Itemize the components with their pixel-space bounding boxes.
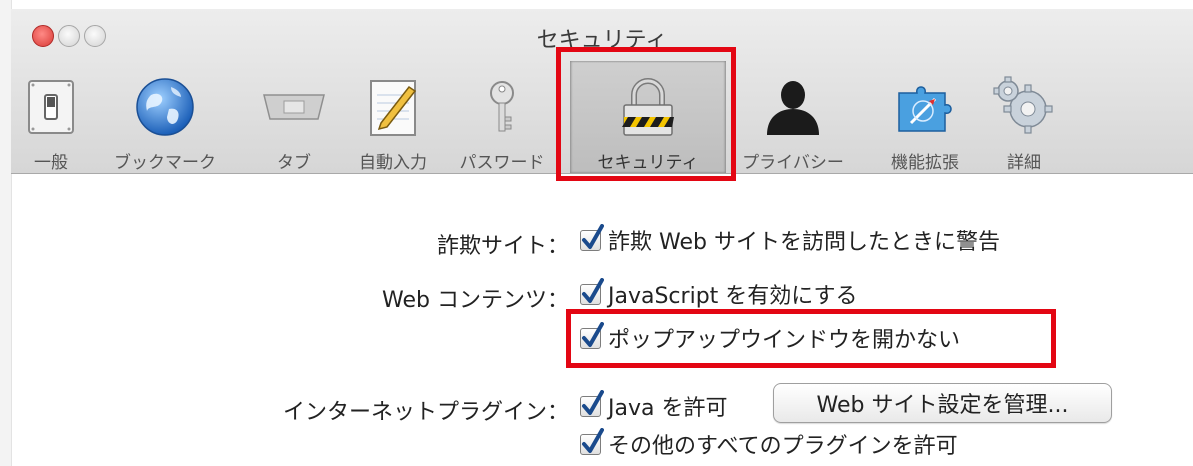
allow-java-label: Java を許可: [608, 396, 728, 421]
security-tab-highlight: [556, 47, 736, 181]
javascript-label: JavaScript を有効にする: [608, 284, 858, 309]
pencil-notepad-icon: [359, 73, 427, 141]
block-popups-option[interactable]: ポップアップウインドウを開かない: [580, 321, 961, 353]
tab-general[interactable]: 一般: [14, 61, 88, 173]
tab-bookmarks-label: ブックマーク: [114, 153, 216, 173]
allow-other-plugins-label: その他のすべてのプラグインを許可: [608, 434, 958, 459]
allow-other-plugins-option[interactable]: その他のすべてのプラグインを許可: [580, 427, 958, 459]
tab-advanced[interactable]: 詳細: [979, 61, 1069, 173]
javascript-checkbox[interactable]: [580, 277, 604, 305]
person-silhouette-icon: [759, 73, 827, 141]
switch-icon: [17, 73, 85, 141]
allow-java-option[interactable]: Java を許可: [580, 389, 728, 421]
web-content-section-label: Web コンテンツ：: [382, 288, 569, 313]
allow-other-plugins-checkbox[interactable]: [580, 427, 604, 455]
allow-java-checkbox[interactable]: [580, 389, 604, 417]
tab-tabs-label: タブ: [277, 153, 311, 173]
tab-passwords-label: パスワード: [459, 153, 545, 173]
tabs-icon: [260, 73, 328, 141]
tab-autofill-label: 自動入力: [359, 153, 427, 173]
tab-extensions-label: 機能拡張: [891, 153, 959, 173]
tab-privacy-label: プライバシー: [742, 153, 844, 173]
key-icon: [468, 73, 536, 141]
fraud-warning-label: 詐欺 Web サイトを訪問したときに警告: [608, 230, 1000, 255]
tab-bookmarks[interactable]: ブックマーク: [92, 61, 238, 173]
fraud-warning-option[interactable]: 詐欺 Web サイトを訪問したときに警告: [580, 223, 1000, 255]
fraud-warning-checkbox[interactable]: [580, 223, 604, 251]
fraud-section-label: 詐欺サイト：: [436, 234, 569, 259]
tab-extensions[interactable]: 機能拡張: [877, 61, 973, 173]
globe-icon: [131, 73, 199, 141]
block-popups-label: ポップアップウインドウを開かない: [608, 328, 961, 353]
compass-puzzle-icon: [891, 73, 959, 141]
tab-advanced-label: 詳細: [1007, 153, 1041, 173]
tab-privacy[interactable]: プライバシー: [730, 61, 856, 173]
block-popups-checkbox[interactable]: [580, 321, 604, 349]
tab-general-label: 一般: [34, 153, 68, 173]
tab-autofill[interactable]: 自動入力: [343, 61, 443, 173]
plugins-section-label: インターネットプラグイン：: [282, 400, 569, 425]
tab-passwords[interactable]: パスワード: [445, 61, 559, 173]
safari-preferences-window: セキュリティ 一般 ブックマーク タブ 自動入力 パスワード セキュリティ プラ…: [0, 0, 1193, 466]
manage-website-settings-button[interactable]: Web サイト設定を管理...: [773, 383, 1112, 423]
javascript-option[interactable]: JavaScript を有効にする: [580, 277, 858, 309]
tab-tabs[interactable]: タブ: [249, 61, 339, 173]
gears-icon: [990, 73, 1058, 141]
